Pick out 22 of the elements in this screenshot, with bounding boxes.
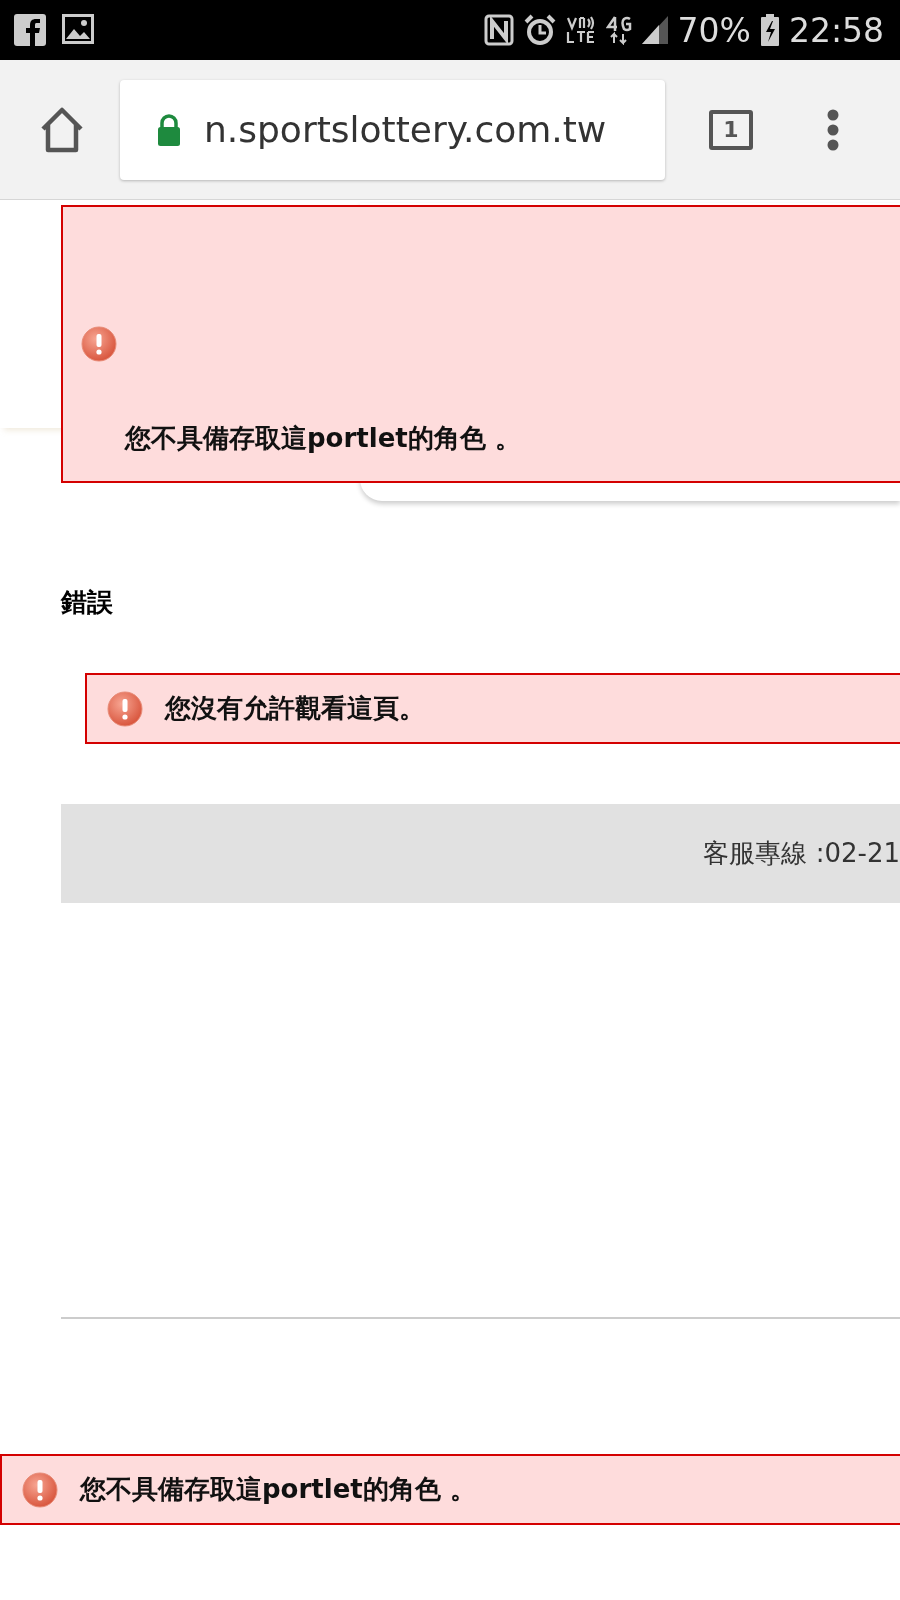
volte-icon [565,15,596,45]
image-icon [62,14,94,44]
nfc-icon [483,14,514,46]
clock-time: 22:58 [788,10,884,50]
facebook-icon [14,14,46,46]
url-text: n.sportslottery.com.tw [204,109,607,150]
error-icon [22,1471,58,1508]
tab-switcher-button[interactable]: 1 [709,109,753,150]
hotline-text: 客服專線 :02-21 [703,837,900,870]
error-text: 您不具備存取這portlet的角色 。 [80,1473,476,1506]
address-bar[interactable]: n.sportslottery.com.tw [120,79,665,180]
signal-icon [641,16,668,44]
section-heading: 錯誤 [61,586,114,619]
error-text: 您不具備存取這portlet的角色 。 [125,422,522,455]
alarm-icon [523,14,556,46]
error-text: 您沒有允許觀看這頁。 [165,692,425,725]
battery-percent: 70% [677,10,751,50]
error-icon [81,326,117,362]
mobile-data-icon [605,15,632,45]
battery-charging-icon [760,14,779,46]
error-icon [107,690,143,727]
menu-icon[interactable] [827,108,839,151]
